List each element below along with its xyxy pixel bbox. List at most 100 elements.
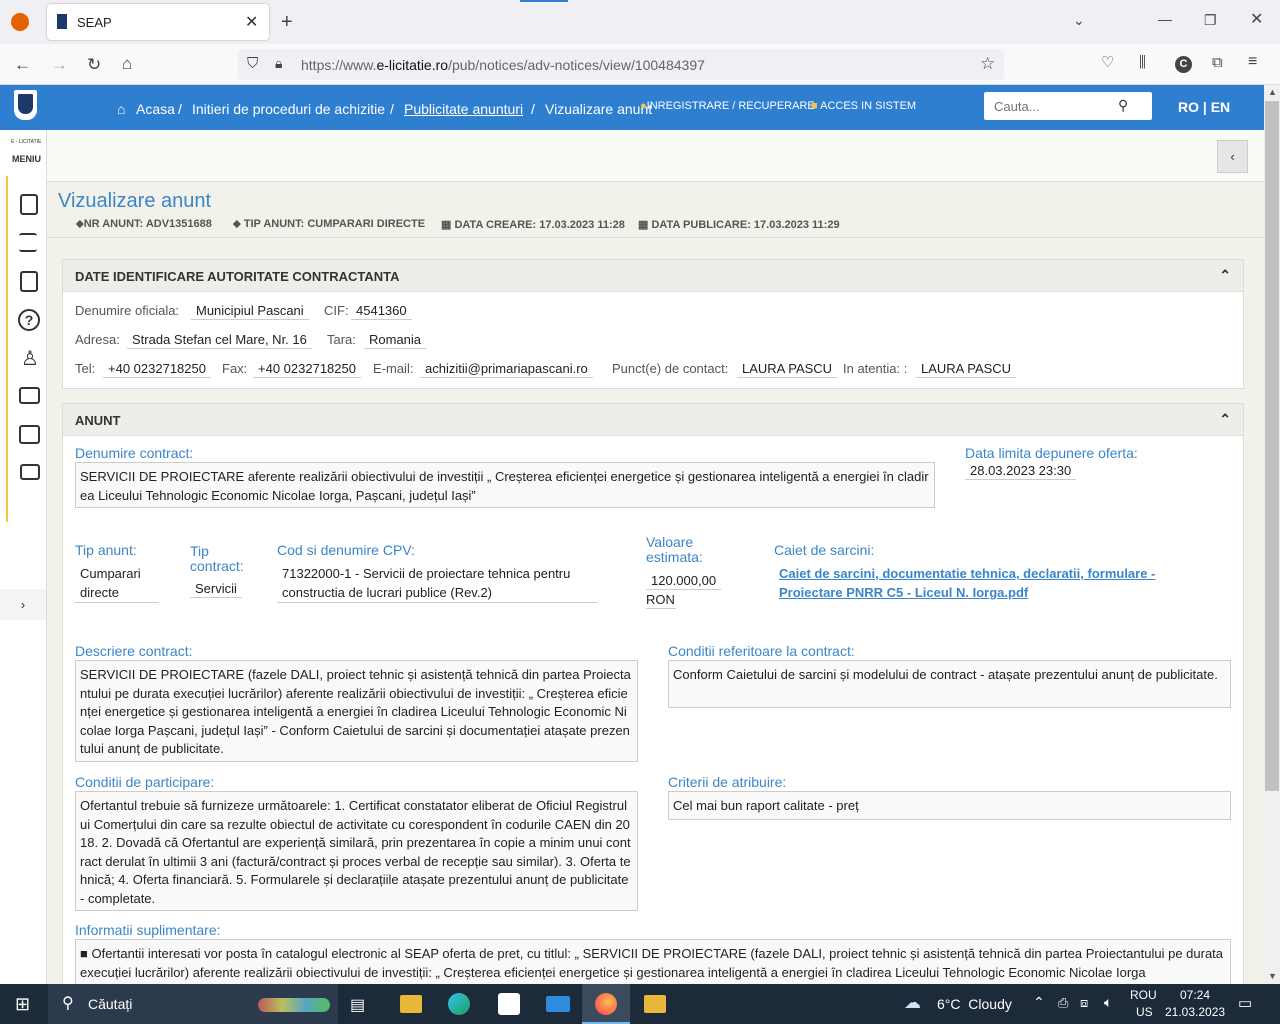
forward-icon[interactable]: → bbox=[51, 56, 68, 73]
clock-date[interactable]: 21.03.2023 bbox=[1165, 1005, 1225, 1019]
denumire-contract-label: Denumire contract: bbox=[75, 445, 194, 461]
clock-time[interactable]: 07:24 bbox=[1180, 988, 1210, 1002]
store-icon[interactable] bbox=[498, 993, 520, 1015]
page-scrollbar[interactable]: ▲ ▼ bbox=[1264, 85, 1280, 984]
calendar-icon: ▦ bbox=[441, 219, 452, 231]
taskbar-search[interactable]: ⚲ Căutați bbox=[48, 984, 338, 1024]
authority-panel-header[interactable]: DATE IDENTIFICARE AUTORITATE CONTRACTANT… bbox=[63, 260, 1243, 292]
keyboard-layout[interactable]: US bbox=[1136, 1005, 1153, 1019]
menu-label: MENIU bbox=[12, 154, 41, 164]
notifications-icon[interactable]: ▭ bbox=[1238, 994, 1252, 1012]
help-icon[interactable]: ? bbox=[18, 309, 40, 331]
chevron-up-icon[interactable]: ⌃ bbox=[1219, 267, 1231, 284]
chevron-up-icon[interactable]: ⌃ bbox=[1219, 411, 1231, 428]
firefox-icon[interactable] bbox=[11, 13, 29, 31]
atentia-label: In atentia: : bbox=[843, 361, 908, 376]
library-icon[interactable]: ⫼ bbox=[1139, 55, 1146, 70]
breadcrumb-publicitate[interactable]: Publicitate anunturi bbox=[404, 101, 523, 117]
notices-icon[interactable] bbox=[20, 194, 38, 215]
caiet-download-link[interactable]: Caiet de sarcini, documentatie tehnica, … bbox=[774, 564, 1194, 602]
url-bar[interactable]: ⛉ 🔒︎ https://www.e-licitatie.ro/pub/noti… bbox=[238, 49, 1004, 80]
network-icon[interactable]: ⧈ bbox=[1080, 995, 1088, 1011]
pocket-icon[interactable]: ♡ bbox=[1101, 55, 1114, 70]
volume-icon[interactable]: 🔈︎ bbox=[1104, 994, 1112, 1011]
window-close-icon[interactable]: ✕ bbox=[1250, 12, 1263, 28]
new-tab-icon[interactable]: + bbox=[281, 12, 293, 32]
extensions-icon[interactable]: ⧉ bbox=[1212, 55, 1223, 70]
bookmark-star-icon[interactable]: ☆ bbox=[980, 55, 995, 72]
seap-logo[interactable] bbox=[14, 90, 37, 120]
lock-icon[interactable]: 🔒︎ bbox=[275, 56, 282, 70]
tara-value: Romania bbox=[364, 332, 427, 349]
anunt-panel: ANUNT ⌃ Denumire contract: SERVICII DE PR… bbox=[62, 403, 1244, 984]
maximize-icon[interactable]: ❐ bbox=[1204, 13, 1217, 27]
scroll-down-icon[interactable]: ▼ bbox=[1268, 971, 1277, 981]
folder-icon[interactable] bbox=[644, 995, 666, 1013]
reload-icon[interactable]: ↻ bbox=[87, 56, 101, 73]
home-icon[interactable]: ⌂ bbox=[122, 55, 132, 72]
register-link[interactable]: ●INREGISTRARE / RECUPERARE bbox=[640, 100, 815, 112]
adresa-label: Adresa: bbox=[75, 332, 120, 347]
search-box: ⚲ bbox=[984, 92, 1152, 120]
data-publicare-text: DATA PUBLICARE: 17.03.2023 11:29 bbox=[651, 219, 840, 231]
valoare-label: Valoare estimata: bbox=[646, 534, 703, 565]
tab-indicator bbox=[520, 0, 568, 2]
account-icon[interactable]: C bbox=[1175, 56, 1192, 73]
adresa-value: Strada Stefan cel Mare, Nr. 16 bbox=[127, 332, 312, 349]
scroll-thumb[interactable] bbox=[1265, 101, 1279, 791]
firefox-taskbar-button[interactable] bbox=[582, 984, 630, 1024]
breadcrumb-acasa[interactable]: Acasa bbox=[136, 101, 175, 117]
seap-logo-inner bbox=[18, 94, 33, 114]
windows-start-icon[interactable]: ⊞ bbox=[15, 994, 30, 1015]
sidebar-expand-button[interactable]: › bbox=[0, 589, 46, 620]
weather-cloud-icon[interactable]: ☁ bbox=[904, 993, 921, 1013]
search-input[interactable] bbox=[984, 92, 1114, 120]
login-link[interactable]: ■ ACCES IN SISTEM bbox=[811, 100, 916, 112]
anunt-panel-header[interactable]: ANUNT ⌃ bbox=[63, 404, 1243, 436]
shield-icon[interactable]: ⛉ bbox=[247, 56, 258, 71]
input-language[interactable]: ROU bbox=[1130, 988, 1157, 1002]
list-tabs-icon[interactable]: ⌄ bbox=[1073, 13, 1085, 27]
minimize-icon[interactable]: — bbox=[1158, 12, 1172, 26]
denumire-contract-value: SERVICII DE PROIECTARE aferente realizăr… bbox=[75, 462, 935, 508]
edge-icon[interactable] bbox=[448, 993, 470, 1015]
fax-value: +40 0232718250 bbox=[253, 361, 361, 378]
cpv-label: Cod si denumire CPV: bbox=[277, 542, 415, 558]
collapse-button[interactable]: ‹ bbox=[1217, 140, 1248, 173]
checklist-icon[interactable] bbox=[20, 271, 38, 292]
breadcrumb-initieri[interactable]: Initieri de proceduri de achizitie bbox=[192, 101, 385, 117]
language-switch[interactable]: RO | EN bbox=[1178, 99, 1230, 115]
browser-tab[interactable]: SEAP ✕ bbox=[47, 4, 269, 40]
cif-label: CIF: bbox=[324, 303, 349, 318]
close-tab-icon[interactable]: ✕ bbox=[245, 12, 258, 32]
user-flow-icon[interactable]: ♙ bbox=[21, 346, 39, 371]
tip-contract-value: Servicii bbox=[190, 581, 242, 598]
task-view-icon[interactable]: ▤ bbox=[350, 995, 365, 1015]
home-icon[interactable]: ⌂ bbox=[117, 101, 125, 117]
url-path: /pub/notices/adv-notices/view/100484397 bbox=[448, 57, 705, 73]
criterii-label: Criterii de atribuire: bbox=[668, 774, 787, 790]
search-icon[interactable]: ⚲ bbox=[1118, 98, 1128, 112]
register-label: INREGISTRARE / RECUPERARE bbox=[646, 100, 815, 112]
back-icon[interactable]: ← bbox=[14, 56, 31, 73]
mail-icon[interactable] bbox=[546, 996, 570, 1012]
tray-device-icon[interactable]: ⎙ bbox=[1058, 995, 1068, 1011]
criterii-value: Cel mai bun raport calitate - preț bbox=[668, 791, 1231, 820]
file-explorer-icon[interactable] bbox=[400, 995, 422, 1013]
chat-icon[interactable] bbox=[20, 464, 40, 480]
breadcrumb-current: Vizualizare anunt bbox=[545, 101, 653, 117]
contact-card-icon[interactable] bbox=[19, 387, 40, 404]
caiet-label: Caiet de sarcini: bbox=[774, 542, 875, 558]
contact-label: Punct(e) de contact: bbox=[612, 361, 729, 376]
user-icon: ● bbox=[640, 100, 647, 112]
menu-icon[interactable]: ≡ bbox=[1248, 54, 1257, 70]
report-icon[interactable] bbox=[19, 425, 40, 444]
weather-text[interactable]: 6°C Cloudy bbox=[937, 996, 1012, 1012]
descriere-value: SERVICII DE PROIECTARE (fazele DALI, pro… bbox=[75, 660, 638, 762]
menu-accent-bar bbox=[6, 176, 8, 522]
tip-contract-label: Tip contract: bbox=[190, 543, 244, 574]
list-icon[interactable] bbox=[19, 233, 37, 252]
scroll-up-icon[interactable]: ▲ bbox=[1268, 87, 1277, 97]
tray-chevron-icon[interactable]: ⌃ bbox=[1033, 994, 1045, 1011]
login-label: ACCES IN SISTEM bbox=[820, 100, 917, 112]
